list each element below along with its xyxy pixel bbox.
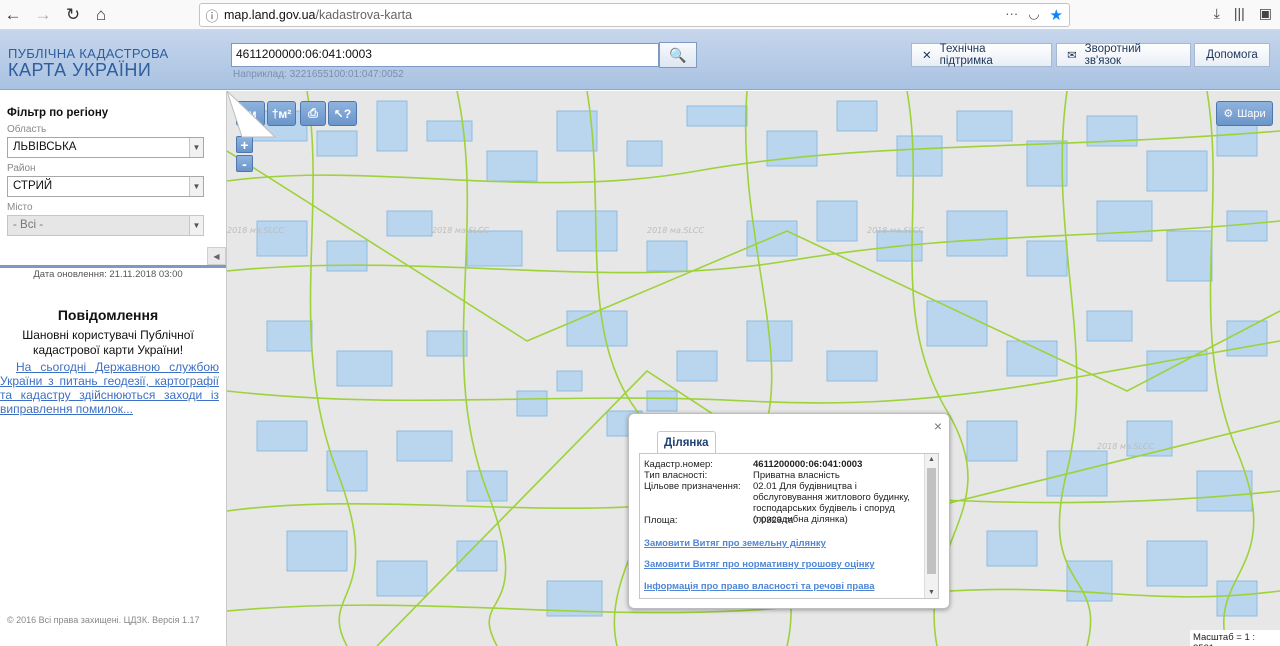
popup-tail <box>227 91 277 138</box>
sidebar: Фільтр по регіону Область ЛЬВІВСЬКА ▼ Ра… <box>0 91 227 646</box>
svg-text:2018 мa.SLCC: 2018 мa.SLCC <box>432 226 490 235</box>
chevron-down-icon[interactable]: ▼ <box>928 589 935 596</box>
divider <box>0 265 226 268</box>
svg-text:2018 мa.SLCC: 2018 мa.SLCC <box>867 226 925 235</box>
filter-title: Фільтр по регіону <box>7 107 109 119</box>
chevron-down-icon: ▼ <box>189 216 203 235</box>
message-title: Повідомлення <box>57 307 159 323</box>
browser-toolbar: ← → ↻ ⌂ ⓘ map.land.gov.ua/kadastrova-kar… <box>0 0 1280 30</box>
sidebar-icon[interactable]: ▣ <box>1259 5 1272 22</box>
order-valuation-link[interactable]: Замовити Витяг про нормативну грошову оц… <box>644 559 875 570</box>
parcel-popup: × Ділянка Кадастр.номер: 4611200000:06:04… <box>628 413 950 609</box>
forward-icon[interactable]: → <box>30 2 56 28</box>
search-hint: Наприклад: 3221655100:01:047:0052 <box>233 69 404 80</box>
svg-text:2018 мa.SLCC: 2018 мa.SLCC <box>227 226 285 235</box>
star-icon[interactable]: ★ <box>1050 6 1063 24</box>
collapse-sidebar-button[interactable]: ◀ <box>207 247 226 265</box>
logo-line1: ПУБЛІЧНА КАДАСТРОВА <box>8 46 169 61</box>
chevron-down-icon: ▼ <box>189 177 203 196</box>
district-select[interactable]: СТРИЙ ▼ <box>7 176 204 197</box>
print-button[interactable]: ⎙ <box>300 101 326 126</box>
library-icon[interactable]: ||| <box>1234 5 1245 22</box>
pocket-icon[interactable]: ◡ <box>1028 6 1039 24</box>
gear-icon: ⚙ <box>1223 108 1234 120</box>
site-header: ПУБЛІЧНА КАДАСТРОВА КАРТА УКРАЇНИ 461120… <box>0 30 1280 90</box>
scroll-thumb[interactable] <box>927 468 936 574</box>
chevron-up-icon[interactable]: ▲ <box>928 456 935 463</box>
update-date: Дата оновлення: 21.11.2018 03:00 <box>33 269 183 280</box>
region-select[interactable]: ЛЬВІВСЬКА ▼ <box>7 137 204 158</box>
support-button[interactable]: ✕ Технічна підтримка <box>911 43 1052 67</box>
tools-icon: ✕ <box>922 50 932 62</box>
close-icon[interactable]: × <box>934 418 942 434</box>
url-text: map.land.gov.ua/kadastrova-karta <box>224 8 413 22</box>
search-button[interactable]: 🔍 <box>659 42 697 68</box>
info-icon[interactable]: ⓘ <box>200 6 224 25</box>
printer-icon: ⎙ <box>308 106 318 120</box>
layers-button[interactable]: ⚙ Шари <box>1216 101 1273 126</box>
region-label: Область <box>7 124 47 135</box>
ownership-info-link[interactable]: Інформація про право власності та речові… <box>644 581 875 592</box>
feedback-button[interactable]: ✉ Зворотний зв'язок <box>1056 43 1191 67</box>
message-link[interactable]: На сьогодні Державною службою України з … <box>0 360 219 416</box>
map-canvas[interactable]: 2018 мa.SLCC 2018 мa.SLCC 2018 мa.SLCC 2… <box>227 91 1280 646</box>
order-extract-link[interactable]: Замовити Витяг про земельну ділянку <box>644 538 826 549</box>
parcel-info-panel: Кадастр.номер: 4611200000:06:041:0003 Тип… <box>639 453 939 599</box>
cursor-question-icon: ↖? <box>333 106 352 121</box>
cadastral-search-input[interactable]: 4611200000:06:041:0003 <box>231 43 659 67</box>
district-label: Район <box>7 163 36 174</box>
search-icon: 🔍 <box>669 46 687 63</box>
help-button[interactable]: Допомога <box>1194 43 1270 67</box>
city-label: Місто <box>7 202 33 213</box>
chevron-down-icon: ▼ <box>189 138 203 157</box>
identify-button[interactable]: ↖? <box>328 101 357 126</box>
message-text: Шановні користувачі Публічної кадастрово… <box>22 328 194 357</box>
reload-icon[interactable]: ↻ <box>60 2 86 28</box>
logo-line2: КАРТА УКРАЇНИ <box>8 60 152 80</box>
city-select[interactable]: - Всі - ▼ <box>7 215 204 236</box>
copyright: © 2016 Всі права захищені. ЦДЗК. Версія … <box>7 615 200 625</box>
address-bar[interactable]: ⓘ map.land.gov.ua/kadastrova-karta ··· ◡… <box>199 3 1070 27</box>
popup-scrollbar[interactable]: ▲ ▼ <box>924 454 938 598</box>
envelope-icon: ✉ <box>1067 50 1077 62</box>
download-icon[interactable]: ⤓ <box>1214 5 1220 22</box>
back-icon[interactable]: ← <box>0 2 26 28</box>
home-icon[interactable]: ⌂ <box>88 2 114 28</box>
tab-parcel[interactable]: Ділянка <box>657 431 716 453</box>
more-icon[interactable]: ··· <box>1005 6 1018 24</box>
svg-text:2018 мa.SLCC: 2018 мa.SLCC <box>647 226 705 235</box>
zoom-out-button[interactable]: - <box>236 155 253 172</box>
svg-text:2018 мa.SLCC: 2018 мa.SLCC <box>1097 442 1155 451</box>
scale-indicator: Масштаб = 1 : 8531 <box>1190 630 1280 646</box>
